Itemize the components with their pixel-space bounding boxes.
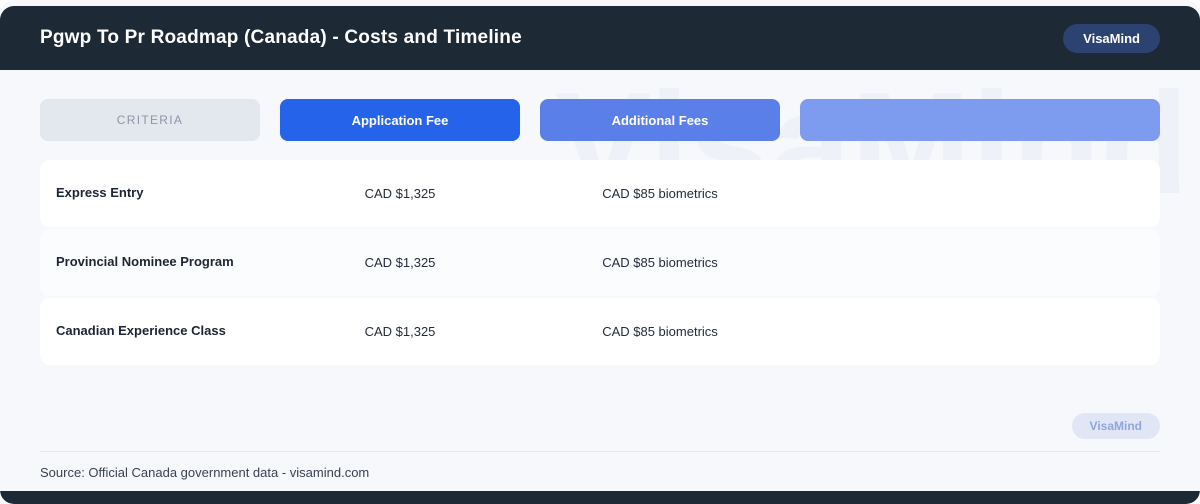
- row-criteria: Canadian Experience Class: [56, 323, 226, 339]
- footer-brand-row: VisaMind: [40, 413, 1160, 439]
- brand-badge: VisaMind: [1063, 23, 1160, 53]
- main-content: VisaMind CRITERIA Application Fee Additi…: [0, 62, 1200, 374]
- footer-divider: [40, 451, 1160, 452]
- column-header-row: CRITERIA Application Fee Additional Fees: [40, 99, 1160, 141]
- infographic-card: Pgwp To Pr Roadmap (Canada) - Costs and …: [0, 0, 1200, 504]
- row-criteria: Provincial Nominee Program: [56, 254, 234, 270]
- table-body: Express Entry CAD $1,325 CAD $85 biometr…: [40, 160, 1160, 365]
- page-title: Pgwp To Pr Roadmap (Canada) - Costs and …: [40, 27, 522, 48]
- column-chip-empty: [800, 99, 1160, 141]
- table-row: Canadian Experience Class CAD $1,325 CAD…: [40, 298, 1160, 365]
- row-value-application-fee: CAD $1,325: [364, 324, 436, 339]
- column-chip-application-fee: Application Fee: [280, 99, 520, 141]
- table-row: Provincial Nominee Program CAD $1,325 CA…: [40, 229, 1160, 296]
- row-value-application-fee: CAD $1,325: [364, 255, 436, 270]
- row-value-application-fee: CAD $1,325: [364, 186, 436, 201]
- table-row: Express Entry CAD $1,325 CAD $85 biometr…: [40, 160, 1160, 227]
- row-criteria: Express Entry: [56, 185, 144, 201]
- column-chip-criteria: CRITERIA: [40, 99, 260, 141]
- header-bar: Pgwp To Pr Roadmap (Canada) - Costs and …: [0, 6, 1200, 70]
- column-chip-additional-fees: Additional Fees: [540, 99, 780, 141]
- source-text: Source: Official Canada government data …: [40, 465, 370, 480]
- bottom-accent-bar: [0, 491, 1200, 504]
- row-value-additional-fees: CAD $85 biometrics: [602, 186, 718, 201]
- row-value-additional-fees: CAD $85 biometrics: [602, 324, 718, 339]
- row-value-additional-fees: CAD $85 biometrics: [602, 255, 718, 270]
- footer-brand-pill: VisaMind: [1071, 413, 1160, 439]
